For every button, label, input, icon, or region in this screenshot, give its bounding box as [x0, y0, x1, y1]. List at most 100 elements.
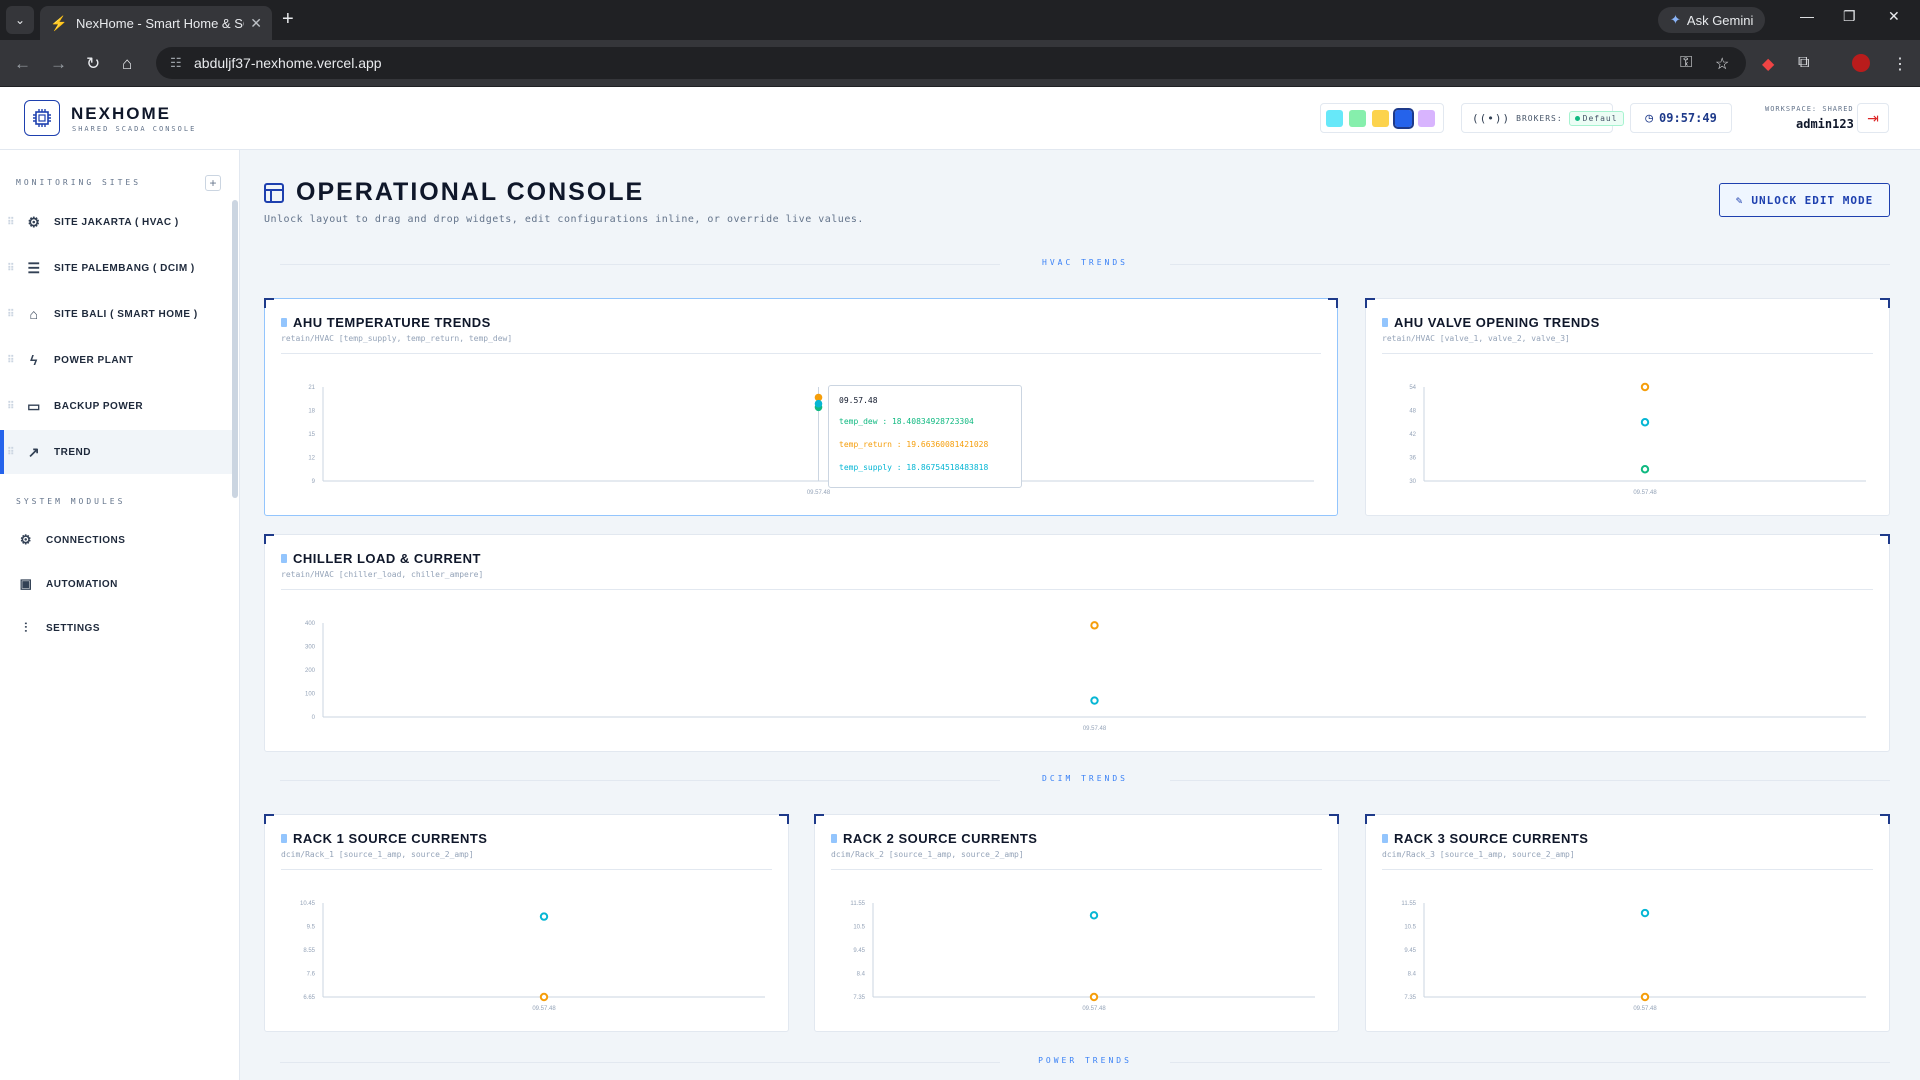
monitoring-sites-title: MONITORING SITES — [16, 178, 142, 187]
y-tick-label: 0 — [312, 715, 316, 721]
sidebar-module-item[interactable]: ▣ AUTOMATION — [0, 564, 236, 604]
y-tick-label: 21 — [308, 385, 315, 391]
extensions-puzzle-icon[interactable]: ⧉ — [1798, 54, 1809, 72]
drag-handle-icon[interactable]: ⠿ — [0, 263, 22, 274]
section-label: DCIM TRENDS — [1042, 774, 1128, 783]
sidebar-item-label: SITE JAKARTA ( HVAC ) — [54, 216, 179, 228]
chart-tooltip: 09.57.48 temp_dew : 18.40834928723304 te… — [828, 385, 1022, 488]
gemini-label: Ask Gemini — [1686, 12, 1754, 28]
chart-card[interactable]: RACK 3 SOURCE CURRENTS dcim/Rack_3 [sourc… — [1365, 814, 1890, 1032]
y-tick-label: 36 — [1409, 456, 1416, 462]
sidebar-module-item[interactable]: ⫶ SETTINGS — [0, 608, 236, 648]
drag-handle-icon[interactable]: ⠿ — [0, 217, 22, 228]
chart-plot: 7.35 8.4 9.45 10.5 11.55 09.57.48 — [850, 901, 1315, 1012]
add-site-button[interactable]: + — [205, 175, 221, 191]
y-tick-label: 15 — [308, 432, 315, 438]
chart-card[interactable]: AHU VALVE OPENING TRENDS retain/HVAC [val… — [1365, 298, 1890, 516]
site-info-icon[interactable]: ☷ — [170, 55, 182, 71]
sidebar: MONITORING SITES + ⠿ ⚙ SITE JAKARTA ( HVAC… — [0, 150, 240, 1080]
sidebar-item-label: TREND — [54, 446, 91, 458]
drag-handle-icon[interactable]: ⠿ — [0, 401, 22, 412]
restore-icon[interactable]: ❐ — [1843, 8, 1856, 25]
brand-title: NEXHOME — [71, 104, 171, 123]
app-favicon-icon: ⚡ — [50, 15, 68, 31]
sidebar-module-label: SETTINGS — [46, 622, 101, 634]
chart-card[interactable]: AHU TEMPERATURE TRENDS retain/HVAC [temp_… — [264, 298, 1338, 516]
page-title-text: OPERATIONAL CONSOLE — [296, 178, 645, 206]
bookmark-star-icon[interactable]: ☆ — [1715, 54, 1729, 74]
new-tab-button[interactable]: + — [282, 8, 294, 31]
reload-icon[interactable]: ↻ — [86, 54, 100, 74]
browser-tab[interactable]: ⚡ NexHome - Smart Home & SCADA ✕ — [40, 6, 272, 40]
chart-card[interactable]: RACK 2 SOURCE CURRENTS dcim/Rack_2 [sourc… — [814, 814, 1339, 1032]
broker-status-badge[interactable]: Defaul — [1568, 110, 1624, 126]
logout-button[interactable]: ⇥ — [1857, 103, 1889, 133]
close-window-icon[interactable]: ✕ — [1888, 8, 1900, 25]
y-tick-label: 9.5 — [307, 925, 316, 931]
theme-swatch[interactable] — [1349, 109, 1366, 127]
broker-selector[interactable]: ((•)) BROKERS: Defaul — [1461, 103, 1624, 133]
sidebar-item-label: POWER PLANT — [54, 354, 134, 366]
extension-icon[interactable]: ◆ — [1762, 54, 1774, 74]
x-tick-label: 09.57.48 — [1082, 1006, 1106, 1012]
home-icon[interactable]: ⌂ — [122, 54, 132, 74]
gemini-icon: ✦ — [1670, 12, 1681, 27]
back-icon[interactable]: ← — [14, 54, 31, 74]
y-tick-label: 7.35 — [1404, 995, 1416, 1001]
sidebar-scrollbar[interactable] — [232, 200, 238, 498]
drag-handle-icon[interactable]: ⠿ — [0, 309, 22, 320]
minimize-icon[interactable]: — — [1800, 8, 1814, 24]
theme-swatch[interactable] — [1372, 109, 1389, 127]
sidebar-module-item[interactable]: ⚙ CONNECTIONS — [0, 520, 236, 560]
password-key-icon[interactable]: ⚿ — [1680, 54, 1692, 72]
tab-search-button[interactable]: ⌄ — [6, 6, 34, 34]
address-bar[interactable]: ☷ abduljf37-nexhome.vercel.app — [156, 47, 1746, 79]
profile-avatar[interactable] — [1852, 54, 1870, 72]
sidebar-item-site[interactable]: ⠿ ϟ POWER PLANT — [0, 338, 236, 382]
status-dot — [1574, 115, 1580, 121]
y-tick-label: 8.4 — [857, 972, 866, 978]
logo-chip-icon — [24, 100, 60, 136]
y-tick-label: 8.4 — [1408, 972, 1417, 978]
theme-swatch[interactable] — [1393, 107, 1414, 129]
y-tick-label: 300 — [305, 645, 316, 651]
page-title: OPERATIONAL CONSOLE — [264, 178, 644, 207]
theme-swatch[interactable] — [1326, 109, 1343, 127]
tab-title: NexHome - Smart Home & SCADA — [76, 15, 244, 31]
sidebar-item-site[interactable]: ⠿ ▭ BACKUP POWER — [0, 384, 236, 428]
forward-icon[interactable]: → — [50, 54, 67, 74]
browser-menu-icon[interactable]: ⋮ — [1892, 54, 1908, 74]
y-tick-label: 100 — [305, 692, 316, 698]
drag-handle-icon[interactable]: ⠿ — [0, 355, 22, 366]
drag-handle-icon[interactable]: ⠿ — [0, 447, 22, 458]
clock-time: 09:57:49 — [1659, 111, 1717, 125]
section-label: HVAC TRENDS — [1042, 258, 1128, 267]
theme-swatch[interactable] — [1418, 109, 1435, 127]
y-tick-label: 10.5 — [1404, 925, 1416, 931]
chart-card[interactable]: RACK 1 SOURCE CURRENTS dcim/Rack_1 [sourc… — [264, 814, 789, 1032]
y-tick-label: 9 — [312, 479, 316, 485]
sidebar-item-site[interactable]: ⠿ ☰ SITE PALEMBANG ( DCIM ) — [0, 246, 236, 290]
tooltip-row-return: temp_return : 19.66360081421028 — [839, 440, 989, 449]
sidebar-item-site[interactable]: ⠿ ⚙ SITE JAKARTA ( HVAC ) — [0, 200, 236, 244]
x-tick-label: 09.57.48 — [1633, 490, 1657, 496]
clock-display: ◷ 09:57:49 — [1630, 103, 1732, 133]
data-point — [1640, 418, 1650, 427]
unlock-edit-mode-button[interactable]: ✎ UNLOCK EDIT MODE — [1719, 183, 1890, 217]
layout-icon — [264, 182, 284, 203]
sidebar-item-site[interactable]: ⠿ ⌂ SITE BALI ( SMART HOME ) — [0, 292, 236, 336]
y-tick-label: 7.6 — [307, 972, 316, 978]
clock-icon: ◷ — [1645, 110, 1654, 126]
chart-plot: 6.65 7.6 8.55 9.5 10.45 09.57.48 — [300, 901, 765, 1012]
chart-card[interactable]: CHILLER LOAD & CURRENT retain/HVAC [chill… — [264, 534, 1890, 752]
theme-swatches — [1320, 103, 1444, 133]
bolt-icon: ϟ — [30, 352, 38, 368]
workspace-label: WORKSPACE: SHARED — [1765, 105, 1854, 113]
sidebar-item-site[interactable]: ⠿ ↗ TREND — [0, 430, 236, 474]
sidebar-item-label: SITE BALI ( SMART HOME ) — [54, 308, 198, 320]
brand-subtitle: SHARED SCADA CONSOLE — [72, 125, 197, 133]
ask-gemini-button[interactable]: ✦ Ask Gemini — [1658, 7, 1766, 33]
edit-icon: ✎ — [1735, 193, 1744, 207]
y-tick-label: 7.35 — [853, 995, 865, 1001]
close-tab-icon[interactable]: ✕ — [250, 15, 262, 32]
